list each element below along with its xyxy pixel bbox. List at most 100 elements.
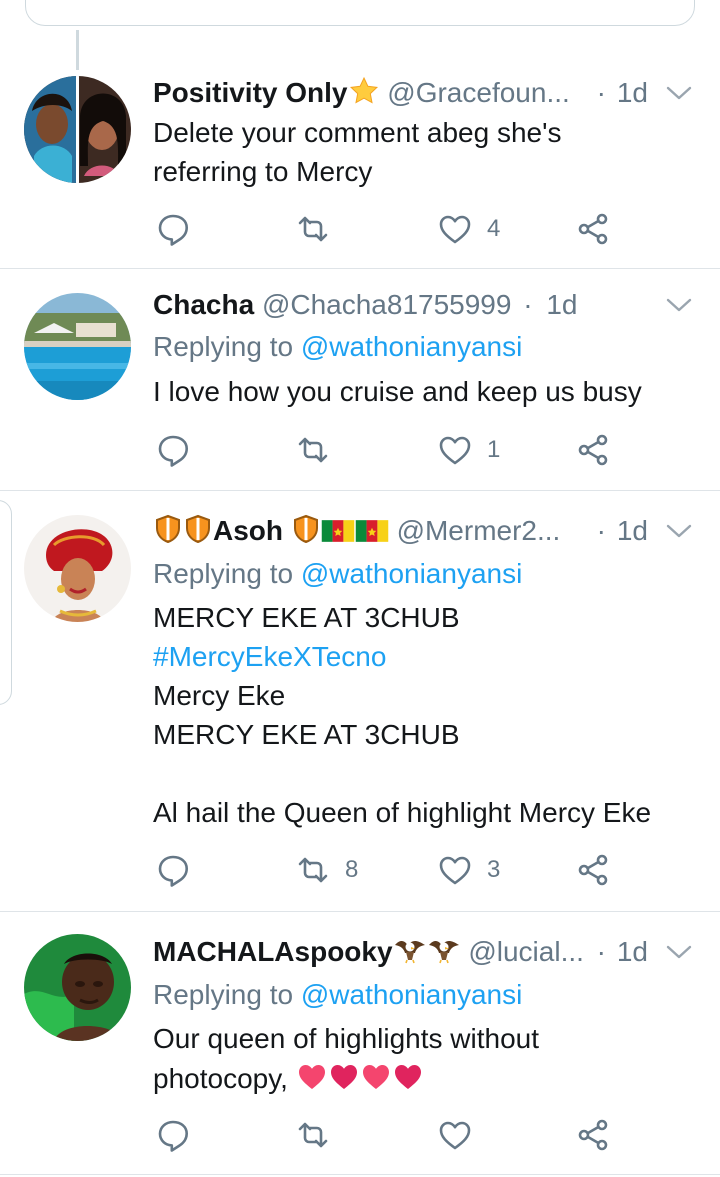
replying-to-label: Replying to — [153, 979, 301, 1010]
display-name[interactable]: Chacha — [153, 289, 254, 320]
eagle-icon — [427, 935, 461, 965]
avatar[interactable] — [24, 293, 131, 400]
retweet-button[interactable] — [295, 207, 345, 251]
revolving-hearts-icon — [296, 1062, 328, 1092]
share-button[interactable] — [575, 207, 611, 251]
avatar[interactable] — [24, 76, 131, 183]
user-handle[interactable]: @Mermer2... — [397, 515, 561, 546]
retweet-count: 8 — [345, 856, 359, 883]
like-button[interactable] — [437, 1113, 487, 1157]
like-count: 1 — [487, 436, 501, 463]
heart-icon — [437, 211, 473, 247]
flag-cameroon-icon — [321, 518, 355, 544]
tweet-text-line: referring to Mercy — [153, 156, 373, 187]
tweet-header: Asoh @Mermer2... · 1d — [153, 511, 720, 551]
tweet-item[interactable]: Positivity Only @Gracefoun... · 1d Delet… — [0, 0, 720, 270]
chevron-down-icon[interactable] — [666, 297, 692, 313]
like-count: 4 — [487, 215, 501, 242]
retweet-icon — [295, 211, 331, 247]
like-count: 3 — [487, 856, 501, 883]
two-hearts-icon — [360, 1062, 392, 1092]
shield-icon — [183, 514, 213, 544]
separator-dot: · — [596, 77, 606, 108]
flag-cameroon-icon — [355, 518, 389, 544]
reply-icon — [155, 1117, 191, 1153]
display-name[interactable]: Asoh — [213, 515, 283, 546]
share-icon — [575, 852, 611, 888]
replying-to-label: Replying to — [153, 331, 301, 362]
tweet-item[interactable]: MACHALAspooky @lucial... · 1d Replying t… — [0, 912, 720, 1175]
shield-icon — [153, 514, 183, 544]
tweet-text-line: Our queen of highlights without — [153, 1023, 540, 1054]
like-button[interactable]: 4 — [437, 207, 500, 251]
reply-button[interactable] — [155, 1113, 205, 1157]
hashtag-link[interactable]: #MercyEkeXTecno — [153, 637, 386, 676]
retweet-icon — [295, 432, 331, 468]
tweet-text-line: MERCY EKE AT 3CHUB — [153, 602, 460, 633]
tweet-text-line: Delete your comment abeg she's — [153, 117, 562, 148]
avatar[interactable] — [24, 515, 131, 622]
share-button[interactable] — [575, 1113, 611, 1157]
eagle-icon — [393, 935, 427, 965]
separator-dot: · — [523, 289, 533, 320]
share-icon — [575, 1117, 611, 1153]
user-handle[interactable]: @Chacha81755999 — [262, 289, 512, 320]
replying-to: Replying to @wathonianyansi — [153, 327, 522, 366]
tweet-text-line: Mercy Eke — [153, 680, 286, 711]
tweet-header: Chacha @Chacha81755999 · 1d — [153, 285, 720, 325]
retweet-button[interactable]: 8 — [295, 848, 358, 892]
tweet-item[interactable]: Chacha @Chacha81755999 · 1d Replying to … — [0, 269, 720, 491]
replying-to: Replying to @wathonianyansi — [153, 554, 522, 593]
tweet-item[interactable]: Asoh @Mermer2... · 1d Replying to @watho… — [0, 491, 720, 912]
tweet-header: Positivity Only @Gracefoun... · 1d — [153, 73, 720, 113]
retweet-button[interactable] — [295, 1113, 345, 1157]
like-button[interactable]: 1 — [437, 428, 500, 472]
mention-link[interactable]: @wathonianyansi — [301, 331, 522, 362]
share-icon — [575, 432, 611, 468]
mention-link[interactable]: @wathonianyansi — [301, 979, 522, 1010]
reply-button[interactable] — [155, 428, 205, 472]
share-button[interactable] — [575, 848, 611, 892]
reply-button[interactable] — [155, 848, 205, 892]
reply-icon — [155, 211, 191, 247]
timestamp[interactable]: 1d — [617, 511, 648, 551]
retweet-button[interactable] — [295, 428, 345, 472]
retweet-icon — [295, 1117, 331, 1153]
tweet-text-line: MERCY EKE AT 3CHUB — [153, 719, 460, 750]
chevron-down-icon[interactable] — [666, 523, 692, 539]
heart-icon — [437, 852, 473, 888]
chevron-down-icon[interactable] — [666, 85, 692, 101]
retweet-icon — [295, 852, 331, 888]
tweet-header: MACHALAspooky @lucial... · 1d — [153, 932, 720, 972]
replying-to: Replying to @wathonianyansi — [153, 975, 522, 1014]
separator-dot: · — [596, 515, 606, 546]
tweet-actions: 1 — [153, 428, 633, 472]
reply-icon — [155, 852, 191, 888]
separator-dot: · — [596, 936, 606, 967]
beating-heart-icon — [392, 1062, 424, 1092]
avatar[interactable] — [24, 934, 131, 1041]
shield-icon — [291, 514, 321, 544]
tweet-text-fragment: photocopy, — [153, 1063, 288, 1094]
tweet-actions: 4 — [153, 207, 633, 251]
user-handle[interactable]: @lucial... — [468, 936, 584, 967]
chevron-down-icon[interactable] — [666, 944, 692, 960]
heart-icon — [437, 1117, 473, 1153]
display-name[interactable]: Positivity Only — [153, 77, 348, 108]
replying-to-label: Replying to — [153, 558, 301, 589]
like-button[interactable]: 3 — [437, 848, 500, 892]
timestamp[interactable]: 1d — [617, 73, 648, 113]
heart-icon — [437, 432, 473, 468]
mention-link[interactable]: @wathonianyansi — [301, 558, 522, 589]
timestamp[interactable]: 1d — [617, 932, 648, 972]
timestamp[interactable]: 1d — [546, 289, 577, 320]
share-icon — [575, 211, 611, 247]
user-handle[interactable]: @Gracefoun... — [387, 77, 570, 108]
tweet-text-line: photocopy, — [153, 1059, 424, 1098]
display-name[interactable]: MACHALAspooky — [153, 936, 393, 967]
tweet-actions: 8 3 — [153, 848, 633, 892]
reply-button[interactable] — [155, 207, 205, 251]
share-button[interactable] — [575, 428, 611, 472]
sparkling-heart-icon — [328, 1062, 360, 1092]
reply-icon — [155, 432, 191, 468]
